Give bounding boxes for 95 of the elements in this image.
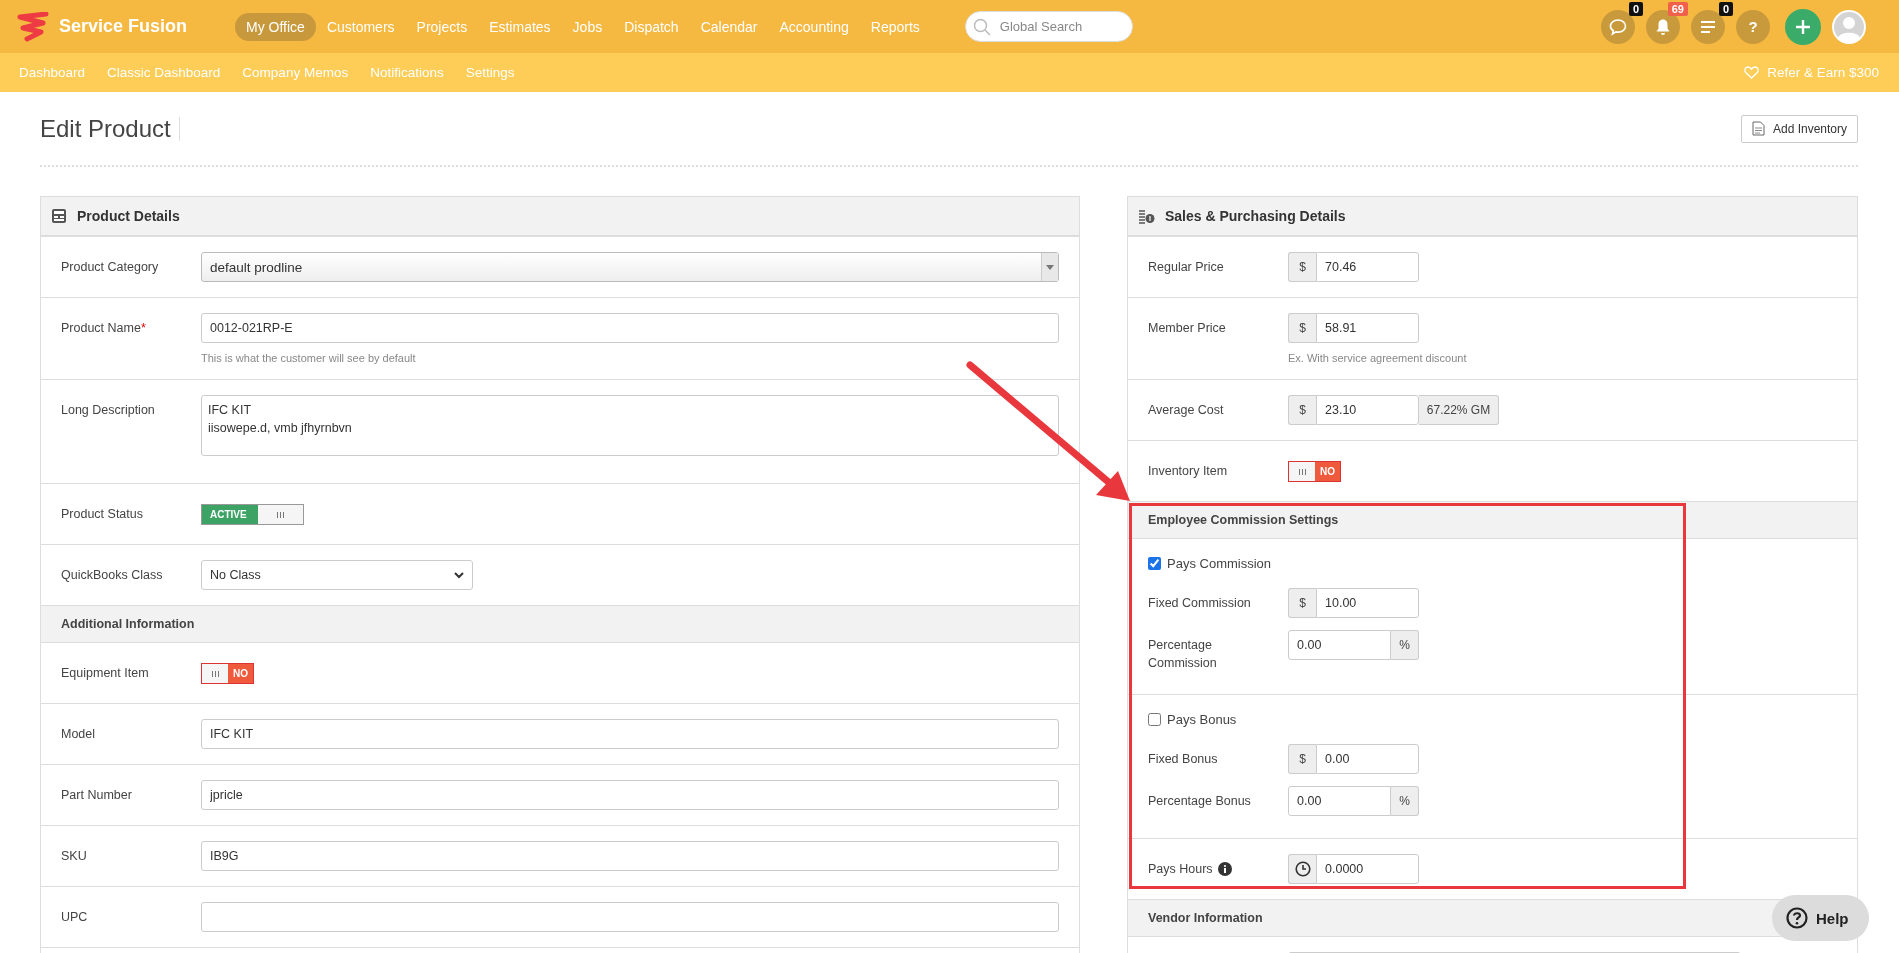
add-inventory-button[interactable]: Add Inventory — [1740, 114, 1858, 143]
checkbox-label: Pays Commission — [1167, 555, 1272, 571]
chat-button[interactable] — [1601, 9, 1635, 44]
percent-addon: % — [1391, 786, 1419, 816]
field-label: Part Number — [61, 787, 133, 804]
currency-addon: $ — [1288, 744, 1316, 774]
field-label: Long Description — [61, 402, 156, 419]
checkbox[interactable] — [1148, 556, 1161, 570]
price-field[interactable]: 70.46 — [1316, 252, 1419, 282]
field-label: Product Category — [61, 259, 160, 276]
field-label: Member Price — [1148, 320, 1227, 337]
coins-icon — [1138, 208, 1155, 224]
margin-addon: 67.22% GM — [1419, 395, 1499, 425]
currency-addon: $ — [1288, 252, 1316, 282]
page-title: Edit Product — [40, 116, 180, 141]
text-field[interactable]: 0012-021RP-E — [201, 313, 1059, 343]
field-label: Product Status — [61, 506, 144, 523]
add-button[interactable] — [1785, 8, 1821, 45]
field-label: Equipment Item — [61, 665, 150, 682]
document-icon — [1751, 121, 1765, 136]
description-field[interactable]: IFC KIT iisowepe.d, vmb jfhyrnbvn — [201, 395, 1059, 456]
nav-item[interactable]: Customers — [315, 12, 406, 41]
list-icon — [1700, 19, 1716, 34]
amount-field[interactable]: 0.00 — [1316, 744, 1419, 774]
chat-icon — [1609, 17, 1627, 36]
bell-icon — [1655, 17, 1671, 36]
nav-item[interactable]: Accounting — [768, 12, 860, 41]
field-label: QuickBooks Class — [61, 567, 164, 584]
panel-title: Product Details — [77, 208, 180, 224]
field-label: Pays Hours — [1148, 861, 1213, 878]
field-label: Model — [61, 726, 97, 743]
section-title: Employee Commission Settings — [1148, 513, 1339, 527]
field-label: Fixed Commission — [1148, 595, 1252, 612]
grip-icon — [277, 511, 284, 518]
help-button[interactable]: ? — [1736, 9, 1770, 44]
brand-name: Service Fusion — [59, 16, 188, 37]
field-label: Product Name* — [61, 320, 147, 337]
category-select[interactable]: default prodline — [201, 252, 1059, 282]
toggle-switch[interactable]: NO — [201, 663, 254, 684]
nav-item[interactable]: Jobs — [561, 12, 614, 41]
nav-item[interactable]: Estimates — [478, 12, 562, 41]
count-badge: 0 — [1718, 1, 1733, 16]
panel-title: Sales & Purchasing Details — [1165, 208, 1346, 224]
field-label: UPC — [61, 909, 89, 926]
search-field[interactable]: Global Search — [964, 11, 1133, 42]
field-hint: This is what the customer will see by default — [201, 352, 417, 364]
checkbox[interactable] — [1148, 712, 1161, 726]
section-title: Additional Information — [61, 617, 195, 631]
text-field[interactable]: IB9G — [201, 841, 1059, 871]
price-field[interactable]: 23.10 — [1316, 395, 1419, 425]
field-label: Percentage Bonus — [1148, 793, 1252, 810]
amount-field[interactable]: 0.00 — [1288, 786, 1391, 816]
count-badge: 0 — [1628, 1, 1643, 16]
percent-addon: % — [1391, 630, 1419, 660]
currency-addon: $ — [1288, 395, 1316, 425]
field-label: Fixed Bonus — [1148, 751, 1219, 768]
field-label: Percentage Commission — [1148, 637, 1218, 672]
toggle-switch[interactable]: NO — [1288, 461, 1341, 482]
class-dropdown[interactable]: No Class — [201, 560, 473, 590]
count-badge: 69 — [1667, 1, 1688, 16]
checkbox-label: Pays Bonus — [1167, 711, 1237, 727]
search-icon — [972, 18, 991, 36]
help-icon — [1786, 907, 1808, 929]
field-label: Inventory Item — [1148, 463, 1229, 480]
grip-icon — [211, 670, 219, 677]
nav-item[interactable]: Reports — [859, 12, 931, 41]
field-hint: Ex. With service agreement discount — [1288, 352, 1468, 364]
nav-item[interactable]: My Office — [235, 12, 316, 41]
nav-item[interactable]: Calendar — [689, 12, 769, 41]
text-field[interactable] — [201, 902, 1059, 932]
amount-field[interactable]: 0.00 — [1288, 630, 1391, 660]
toggle-switch[interactable]: ACTIVE — [201, 504, 304, 525]
heart-icon — [1744, 66, 1760, 79]
chevron-icon — [454, 571, 464, 579]
info-icon[interactable] — [1217, 862, 1232, 876]
currency-addon: $ — [1288, 588, 1316, 618]
field-label: SKU — [61, 848, 88, 865]
help-button[interactable]: Help — [1772, 895, 1869, 941]
field-label: Regular Price — [1148, 259, 1225, 276]
tasks-button[interactable] — [1691, 9, 1725, 44]
logo-icon — [17, 11, 51, 42]
grip-icon — [1298, 468, 1306, 475]
section-title: Vendor Information — [1148, 911, 1263, 925]
field-label: Average Cost — [1148, 402, 1225, 419]
price-field[interactable]: 58.91 — [1316, 313, 1419, 343]
amount-field[interactable]: 10.00 — [1316, 588, 1419, 618]
clock-icon — [1294, 861, 1311, 877]
text-field[interactable]: jpricle — [201, 780, 1059, 810]
caret-icon — [1046, 264, 1054, 270]
nav-item[interactable]: Projects — [405, 12, 479, 41]
nav-item[interactable]: Dispatch — [613, 12, 690, 41]
currency-addon: $ — [1288, 313, 1316, 343]
hours-field[interactable]: 0.0000 — [1316, 854, 1419, 884]
plus-icon — [1795, 18, 1811, 35]
text-field[interactable]: IFC KIT — [201, 719, 1059, 749]
